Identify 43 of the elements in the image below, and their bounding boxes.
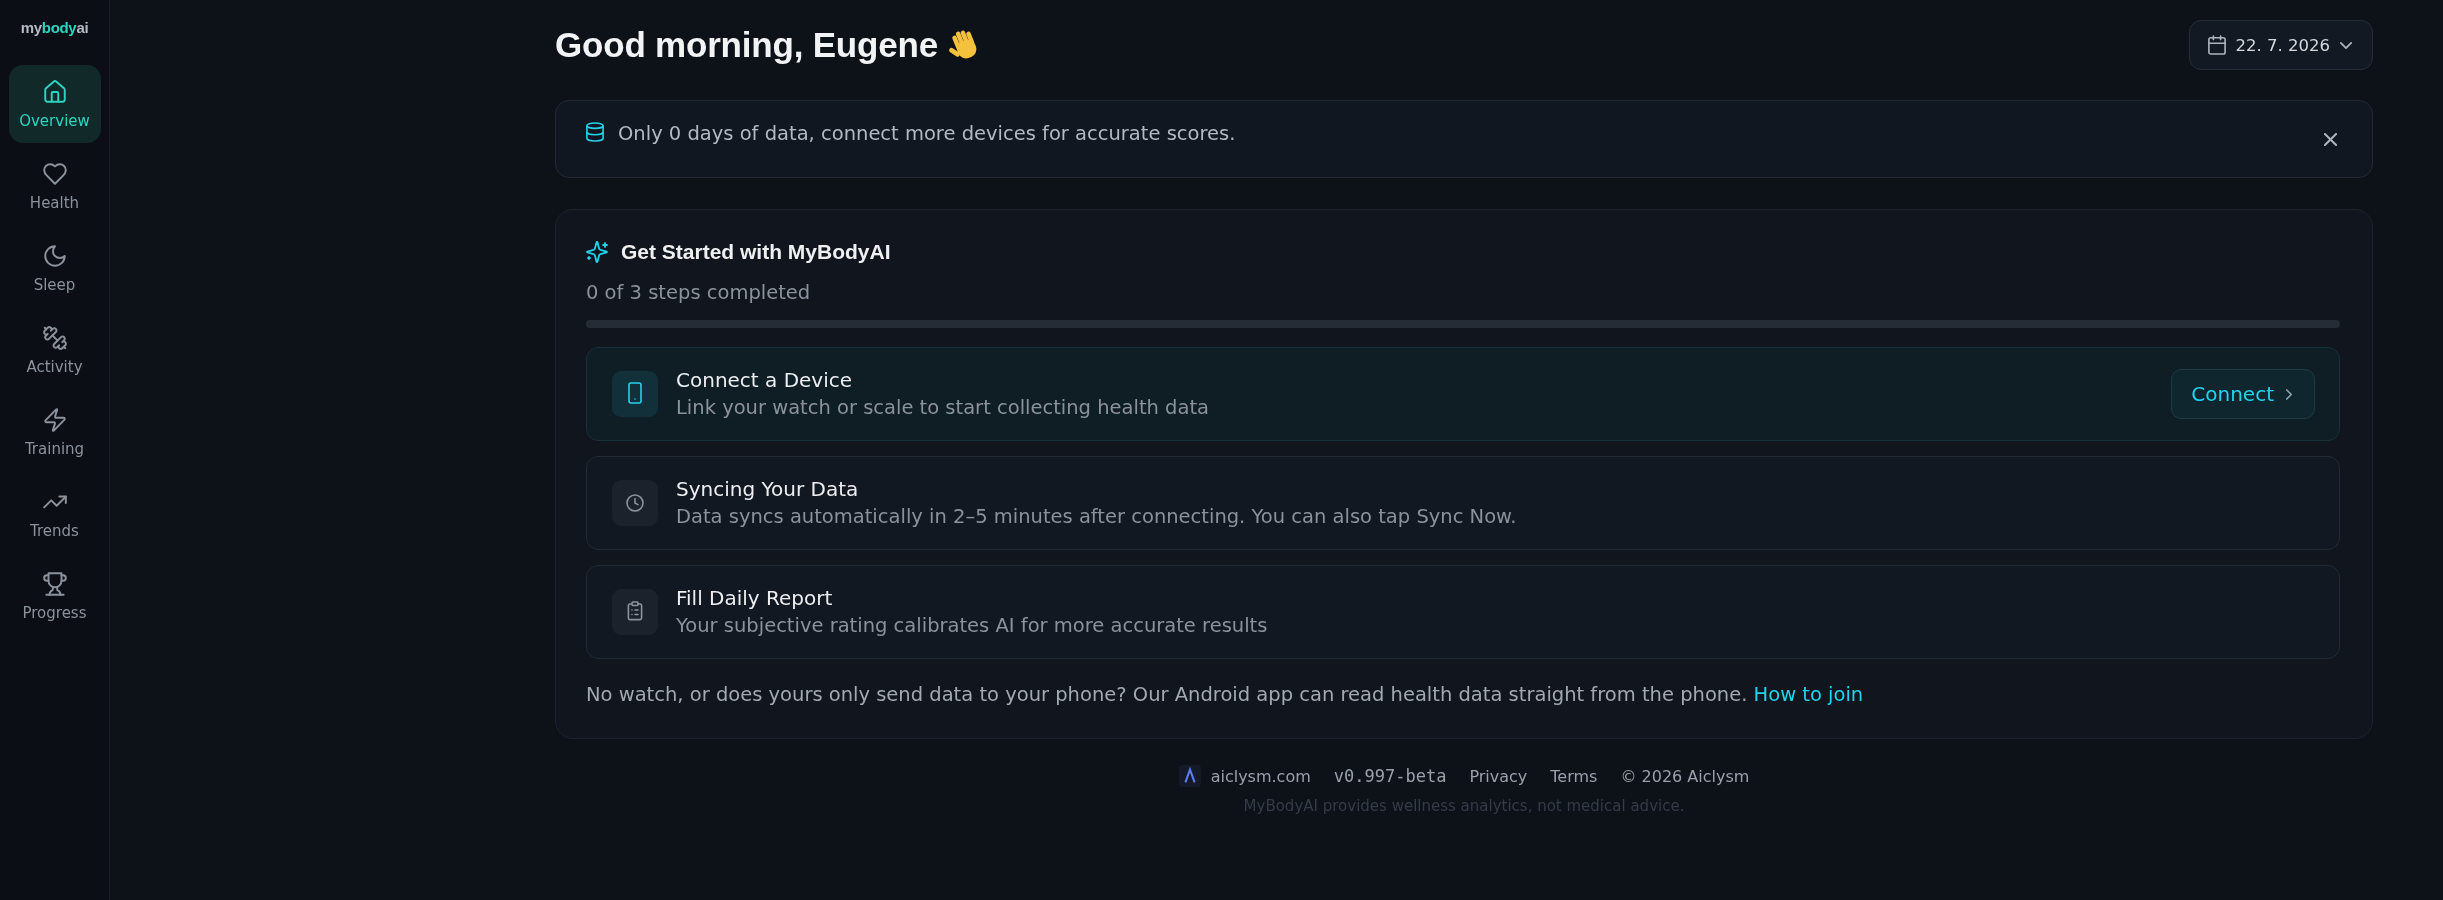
sidebar-nav-item[interactable]: Training xyxy=(8,393,101,471)
footer-link[interactable]: Terms xyxy=(1550,766,1598,786)
sidebar-nav-item[interactable]: Sleep xyxy=(8,229,101,307)
info-paragraph: No watch, or does yours only send data to your phone? Our Android app can read health data straight from the phone. How to join xyxy=(586,683,1865,707)
connect-button[interactable]: Connect xyxy=(2171,369,2315,419)
progress-text: 0 of 3 steps completed xyxy=(586,281,812,305)
copyright-text: © 2026 Aiclysm xyxy=(1620,766,1750,786)
clipboard-icon xyxy=(612,589,658,635)
chevron-right-icon xyxy=(2286,388,2292,400)
step-title: Connect a Device xyxy=(676,367,854,394)
step-title: Fill Daily Report xyxy=(676,585,834,612)
version-label: v0.997-beta xyxy=(1333,766,1447,786)
footer-link[interactable]: Privacy xyxy=(1469,766,1528,786)
how-to-join-link[interactable]: How to join xyxy=(1753,683,1864,706)
chevron-down-icon xyxy=(2340,41,2352,49)
card-title: Get Started with MyBodyAI xyxy=(621,240,891,264)
sidebar-nav-item[interactable]: Progress xyxy=(8,557,101,635)
calendar-icon xyxy=(2207,35,2226,55)
greeting-heading: Good morning, Eugene xyxy=(555,24,938,66)
sparkles-icon xyxy=(586,241,608,263)
moon-icon xyxy=(41,242,68,269)
phone-icon xyxy=(612,371,658,417)
notice-text: Only 0 days of data, connect more devices for accurate scores. xyxy=(618,122,1236,146)
step-description: Data syncs automatically in 2–5 minutes after connecting. You can also tap Sync Now. xyxy=(676,504,1517,530)
database-icon xyxy=(586,122,604,142)
sidebar-nav-item[interactable]: Activity xyxy=(8,311,101,389)
dumbbell-icon xyxy=(41,324,68,351)
brand-logo-icon xyxy=(1178,765,1201,787)
app-logo: mybodyai xyxy=(20,18,89,38)
step-description: Link your watch or scale to start collecting health data xyxy=(676,395,1210,421)
date-picker-button[interactable]: 22. 7. 2026 xyxy=(2188,20,2373,70)
sidebar-nav-item[interactable]: Overview xyxy=(8,65,101,143)
lightning-icon xyxy=(41,406,68,433)
home-icon xyxy=(41,78,68,105)
step-title: Syncing Your Data xyxy=(676,476,860,503)
sidebar-nav-item[interactable]: Health xyxy=(8,147,101,225)
sidebar-nav-item[interactable]: Trends xyxy=(8,475,101,553)
trophy-icon xyxy=(41,570,68,597)
step-description: Your subjective rating calibrates AI for more accurate results xyxy=(676,613,1268,639)
close-icon xyxy=(2323,132,2337,146)
heart-icon xyxy=(41,160,68,187)
footer-link[interactable]: aiclysm.com xyxy=(1210,766,1311,786)
clock-icon xyxy=(612,480,658,526)
